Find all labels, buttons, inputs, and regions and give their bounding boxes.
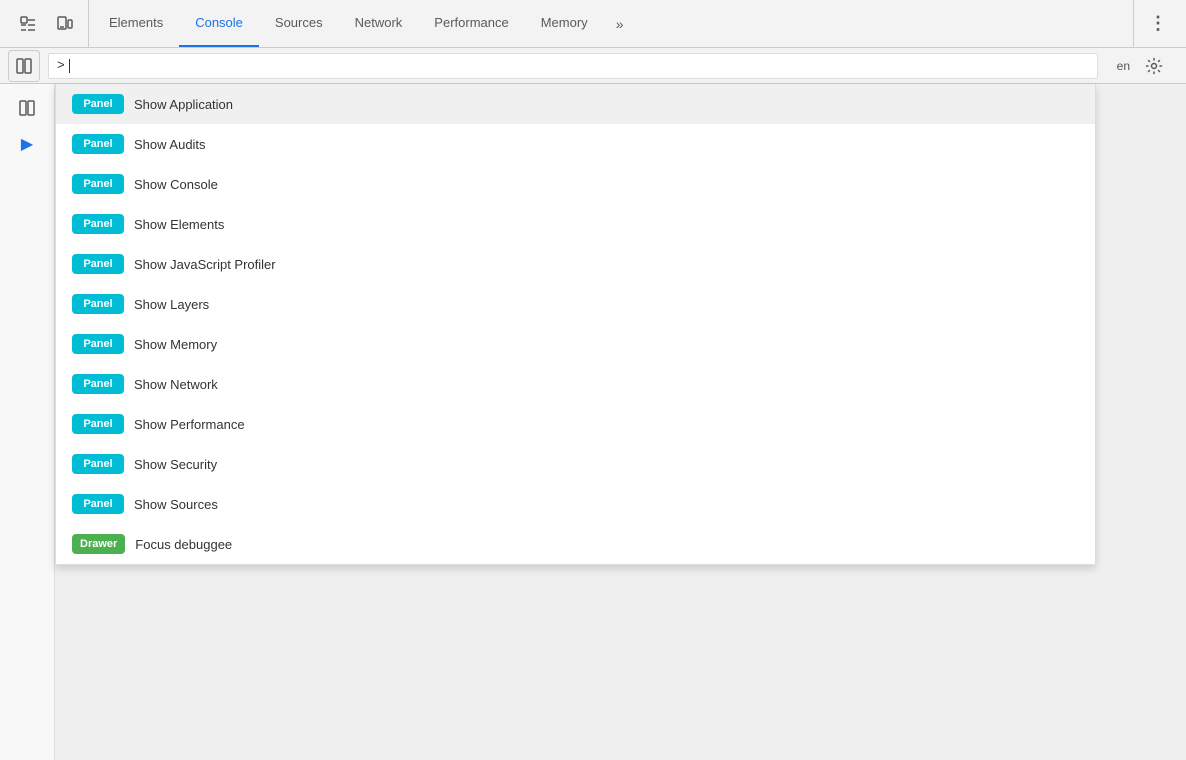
tab-overflow-button[interactable]: » — [604, 8, 636, 40]
dropdown-item[interactable]: Panel Show Network — [56, 364, 1095, 404]
dropdown-item[interactable]: Panel Show Security — [56, 444, 1095, 484]
dropdown-item[interactable]: Panel Show JavaScript Profiler — [56, 244, 1095, 284]
item-label: Show Application — [134, 97, 233, 112]
console-cursor — [69, 59, 70, 73]
toolbar-icon-group — [4, 0, 89, 47]
toolbar-right: ⋮ — [1133, 0, 1182, 47]
item-badge: Panel — [72, 254, 124, 274]
command-menu-dropdown: PanelShow ApplicationPanelShow AuditsPan… — [55, 84, 1096, 565]
item-badge: Panel — [72, 214, 124, 234]
console-prompt-symbol: > — [57, 58, 65, 73]
item-label: Focus debuggee — [135, 537, 232, 552]
dropdown-item[interactable]: Panel Show Elements — [56, 204, 1095, 244]
left-sidebar: ▶ — [0, 84, 55, 760]
item-badge: Panel — [72, 494, 124, 514]
dropdown-item[interactable]: Panel Show Audits — [56, 124, 1095, 164]
main-content: ▶ PanelShow ApplicationPanelShow AuditsP… — [0, 84, 1186, 760]
tab-sources[interactable]: Sources — [259, 0, 339, 47]
tabs-area: Elements Console Sources Network Perform… — [89, 0, 1133, 47]
item-badge: Panel — [72, 174, 124, 194]
item-badge: Panel — [72, 294, 124, 314]
item-label: Show Performance — [134, 417, 245, 432]
tab-console[interactable]: Console — [179, 0, 259, 47]
sidebar-toggle-button[interactable]: ▶ — [11, 128, 43, 160]
devtools-toolbar: Elements Console Sources Network Perform… — [0, 0, 1186, 48]
dropdown-item[interactable]: Panel Show Layers — [56, 284, 1095, 324]
item-label: Show Console — [134, 177, 218, 192]
item-badge: Panel — [72, 334, 124, 354]
dropdown-item[interactable]: Panel Show Console — [56, 164, 1095, 204]
second-toolbar: > en — [0, 48, 1186, 84]
dropdown-item[interactable]: Drawer Focus debuggee — [56, 524, 1095, 564]
dropdown-item[interactable]: Panel Show Application — [56, 84, 1095, 124]
sidebar-expand-button[interactable] — [11, 92, 43, 124]
item-badge: Panel — [72, 134, 124, 154]
item-badge: Drawer — [72, 534, 125, 554]
dropdown-item[interactable]: Panel Show Memory — [56, 324, 1095, 364]
dropdown-item[interactable]: Panel Show Performance — [56, 404, 1095, 444]
item-label: Show Security — [134, 457, 217, 472]
tab-elements[interactable]: Elements — [93, 0, 179, 47]
tab-memory[interactable]: Memory — [525, 0, 604, 47]
more-options-button[interactable]: ⋮ — [1142, 8, 1174, 40]
open-label: en — [1117, 59, 1130, 73]
item-label: Show Sources — [134, 497, 218, 512]
item-label: Show Audits — [134, 137, 206, 152]
console-sidebar-toggle[interactable] — [8, 50, 40, 82]
item-label: Show Network — [134, 377, 218, 392]
item-label: Show Memory — [134, 337, 217, 352]
item-badge: Panel — [72, 374, 124, 394]
tab-network[interactable]: Network — [339, 0, 419, 47]
device-toolbar-button[interactable] — [48, 8, 80, 40]
tab-performance[interactable]: Performance — [418, 0, 524, 47]
item-badge: Panel — [72, 454, 124, 474]
dropdown-item[interactable]: Panel Show Sources — [56, 484, 1095, 524]
item-label: Show Elements — [134, 217, 224, 232]
settings-button[interactable] — [1138, 50, 1170, 82]
item-badge: Panel — [72, 414, 124, 434]
item-label: Show Layers — [134, 297, 209, 312]
item-label: Show JavaScript Profiler — [134, 257, 276, 272]
inspect-element-button[interactable] — [12, 8, 44, 40]
item-badge: Panel — [72, 94, 124, 114]
console-input[interactable]: > — [48, 53, 1098, 79]
